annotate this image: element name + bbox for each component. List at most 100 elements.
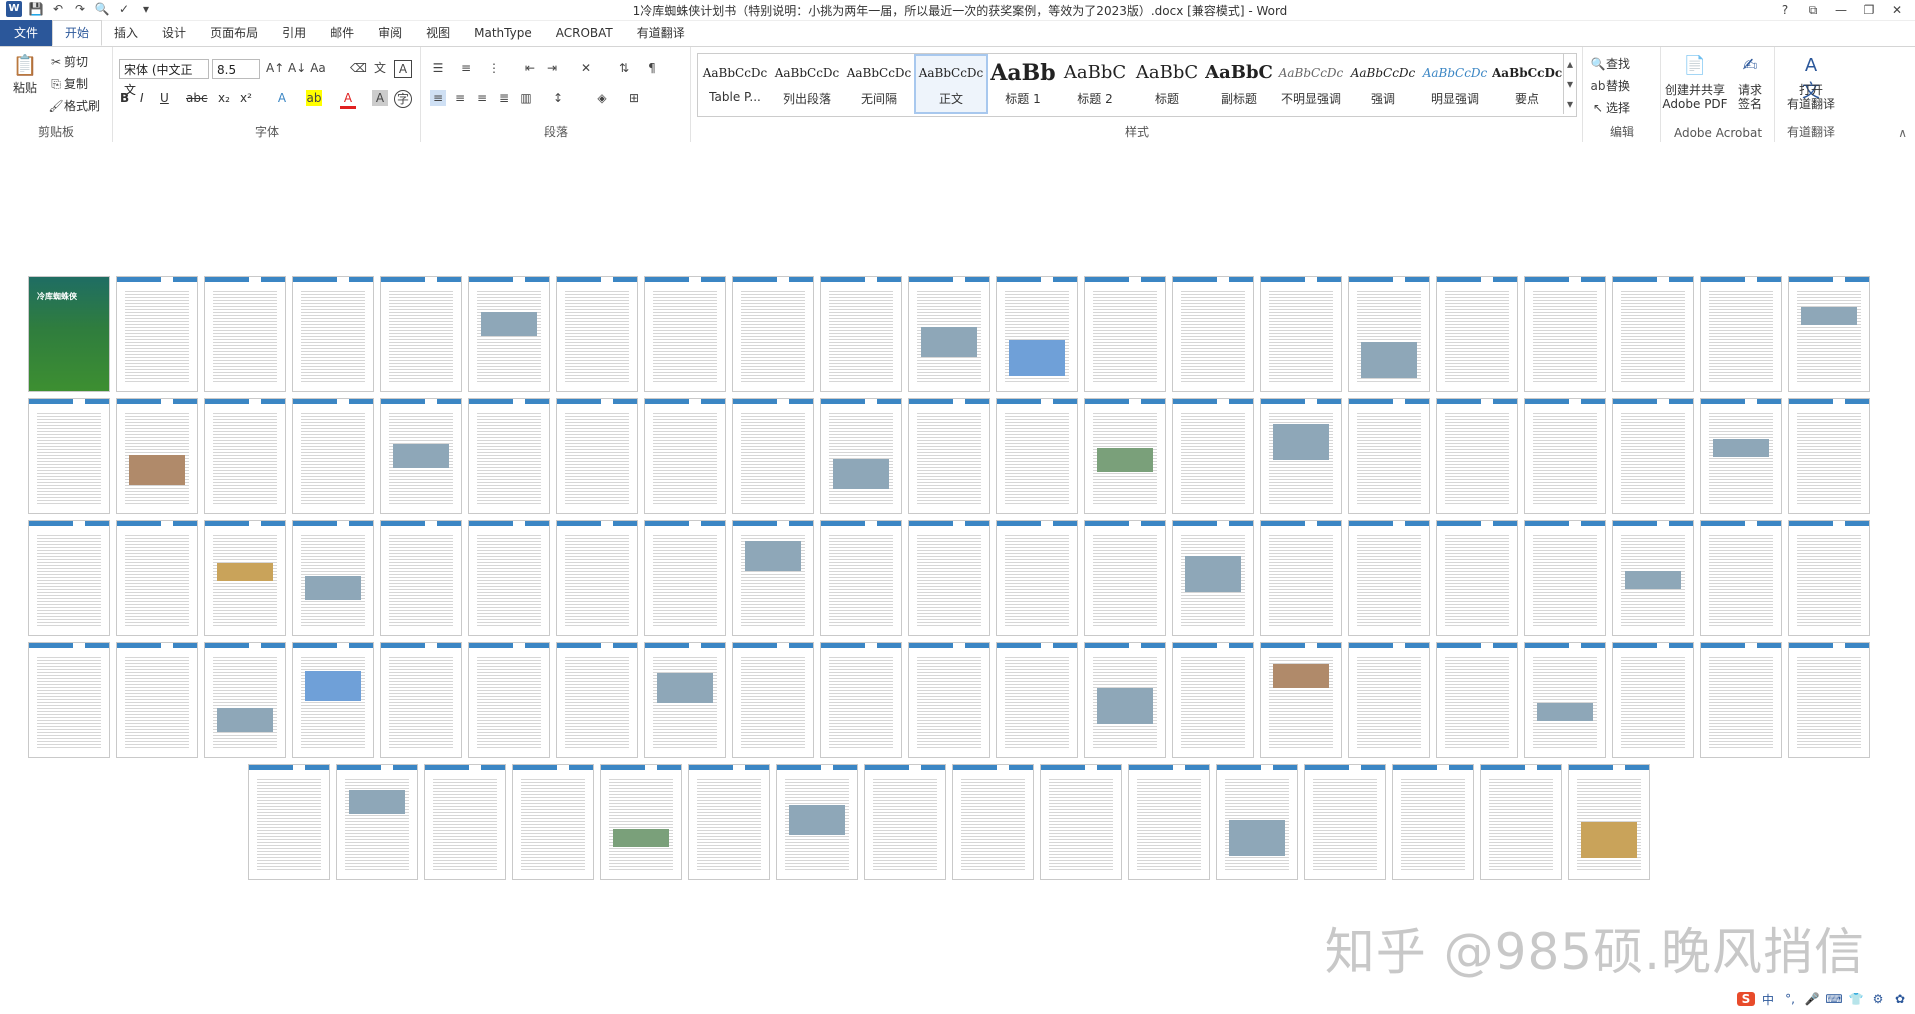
settings-icon[interactable]: ⚙ xyxy=(1869,992,1887,1006)
tab-insert[interactable]: 插入 xyxy=(102,21,150,45)
tab-view[interactable]: 视图 xyxy=(414,21,462,45)
page-thumbnail[interactable] xyxy=(1172,642,1254,758)
page-thumbnail[interactable] xyxy=(1612,276,1694,392)
page-thumbnail[interactable] xyxy=(1700,642,1782,758)
page-thumbnail[interactable] xyxy=(1436,642,1518,758)
borders-button[interactable]: ⊞ xyxy=(626,90,642,106)
page-thumbnail[interactable] xyxy=(1040,764,1122,880)
style-list-paragraph[interactable]: AaBbCcDc 列出段落 xyxy=(772,56,842,112)
page-thumbnail[interactable] xyxy=(556,276,638,392)
request-sign-button[interactable]: ✍ 请求 签名 xyxy=(1728,53,1772,111)
page-thumbnail[interactable] xyxy=(1392,764,1474,880)
page-thumbnail[interactable] xyxy=(908,642,990,758)
page-thumbnail[interactable] xyxy=(28,642,110,758)
page-thumbnail[interactable] xyxy=(1700,520,1782,636)
tab-file[interactable]: 文件 xyxy=(0,20,53,46)
font-color-button[interactable]: A xyxy=(340,90,356,109)
page-thumbnail[interactable] xyxy=(468,398,550,514)
page-thumbnail[interactable] xyxy=(1524,642,1606,758)
page-thumbnail[interactable] xyxy=(1788,276,1870,392)
justify-button[interactable]: ≣ xyxy=(496,90,512,106)
close-button[interactable]: ✕ xyxy=(1883,0,1911,20)
microphone-icon[interactable]: 🎤 xyxy=(1803,992,1821,1006)
distributed-button[interactable]: ▥ xyxy=(518,90,534,106)
page-thumbnail[interactable] xyxy=(204,520,286,636)
collapse-ribbon-button[interactable]: ∧ xyxy=(1898,126,1907,140)
align-left-button[interactable]: ≡ xyxy=(430,90,446,106)
sogou-icon[interactable]: S xyxy=(1737,992,1755,1006)
change-case-button[interactable]: Aa xyxy=(310,60,326,76)
page-thumbnail[interactable] xyxy=(1436,276,1518,392)
customize-qat-icon[interactable]: ▾ xyxy=(138,1,154,17)
shading-button[interactable]: ◈ xyxy=(594,90,610,106)
page-thumbnail[interactable] xyxy=(1172,276,1254,392)
chinese-layout-button[interactable]: ✕ xyxy=(578,60,594,76)
page-thumbnail[interactable] xyxy=(1260,398,1342,514)
page-thumbnail[interactable] xyxy=(908,520,990,636)
minimize-button[interactable]: — xyxy=(1827,0,1855,20)
page-thumbnail[interactable] xyxy=(732,276,814,392)
numbering-button[interactable]: ≡ xyxy=(458,60,474,76)
format-painter-button[interactable]: 🖌格式刷 xyxy=(48,97,100,114)
page-thumbnail[interactable] xyxy=(468,520,550,636)
page-thumbnail[interactable] xyxy=(204,642,286,758)
page-thumbnail[interactable] xyxy=(732,520,814,636)
page-thumbnail[interactable] xyxy=(1260,642,1342,758)
skin-icon[interactable]: 👕 xyxy=(1847,992,1865,1006)
replace-button[interactable]: ab替换 xyxy=(1590,77,1631,94)
page-thumbnail[interactable] xyxy=(1436,398,1518,514)
tab-home[interactable]: 开始 xyxy=(52,20,103,46)
page-thumbnail[interactable] xyxy=(776,764,858,880)
italic-button[interactable]: I xyxy=(140,91,144,105)
page-thumbnail[interactable] xyxy=(820,520,902,636)
ime-lang-toggle[interactable]: 中 xyxy=(1759,991,1777,1008)
bullets-button[interactable]: ☰ xyxy=(430,60,446,76)
restore-button[interactable]: ❐ xyxy=(1855,0,1883,20)
tab-youdao[interactable]: 有道翻译 xyxy=(625,21,697,45)
sort-button[interactable]: ⇅ xyxy=(616,60,632,76)
page-thumbnail[interactable] xyxy=(468,276,550,392)
style-no-spacing[interactable]: AaBbCcDc 无间隔 xyxy=(844,56,914,112)
copy-button[interactable]: ⎘ 复制 xyxy=(48,75,88,92)
page-thumbnail[interactable] xyxy=(248,764,330,880)
page-thumbnail[interactable] xyxy=(600,764,682,880)
page-thumbnail[interactable] xyxy=(116,520,198,636)
page-thumbnail[interactable] xyxy=(292,398,374,514)
tab-review[interactable]: 审阅 xyxy=(366,21,414,45)
page-thumbnail[interactable] xyxy=(28,398,110,514)
page-thumbnail[interactable] xyxy=(424,764,506,880)
page-thumbnail[interactable] xyxy=(688,764,770,880)
clear-format-button[interactable]: ⌫ xyxy=(350,60,367,76)
style-heading-1[interactable]: AaBb 标题 1 xyxy=(988,56,1058,112)
undo-icon[interactable]: ↶ xyxy=(50,1,66,17)
style-heading-2[interactable]: AaBbC 标题 2 xyxy=(1060,56,1130,112)
page-thumbnail[interactable] xyxy=(732,398,814,514)
page-thumbnail[interactable]: 冷库蜘蛛侠 xyxy=(28,276,110,392)
page-thumbnail[interactable] xyxy=(1612,520,1694,636)
page-thumbnail[interactable] xyxy=(1084,276,1166,392)
create-pdf-button[interactable]: 📄 创建并共享 Adobe PDF xyxy=(1662,53,1728,111)
page-thumbnail[interactable] xyxy=(1788,520,1870,636)
highlight-button[interactable]: ab xyxy=(306,90,322,106)
shrink-font-button[interactable]: A↓ xyxy=(288,60,306,76)
keyboard-icon[interactable]: ⌨ xyxy=(1825,992,1843,1006)
tab-page-layout[interactable]: 页面布局 xyxy=(198,21,270,45)
page-thumbnail[interactable] xyxy=(1084,642,1166,758)
style-table-paragraph[interactable]: AaBbCcDc Table P... xyxy=(700,56,770,112)
bold-button[interactable]: B xyxy=(120,91,129,105)
page-thumbnail[interactable] xyxy=(644,520,726,636)
font-size-combo[interactable]: 8.5 xyxy=(212,59,260,79)
page-thumbnail[interactable] xyxy=(556,520,638,636)
style-strong[interactable]: AaBbCcDc 要点 xyxy=(1492,56,1562,112)
page-thumbnail[interactable] xyxy=(116,398,198,514)
page-thumbnail[interactable] xyxy=(732,642,814,758)
page-thumbnail[interactable] xyxy=(644,276,726,392)
page-thumbnail[interactable] xyxy=(908,398,990,514)
page-thumbnail[interactable] xyxy=(1260,276,1342,392)
page-thumbnail[interactable] xyxy=(1612,642,1694,758)
subscript-button[interactable]: x₂ xyxy=(218,91,230,105)
tab-mailings[interactable]: 邮件 xyxy=(318,21,366,45)
page-thumbnail[interactable] xyxy=(512,764,594,880)
style-subtle-emphasis[interactable]: AaBbCcDc 不明显强调 xyxy=(1276,56,1346,112)
page-thumbnail[interactable] xyxy=(908,276,990,392)
